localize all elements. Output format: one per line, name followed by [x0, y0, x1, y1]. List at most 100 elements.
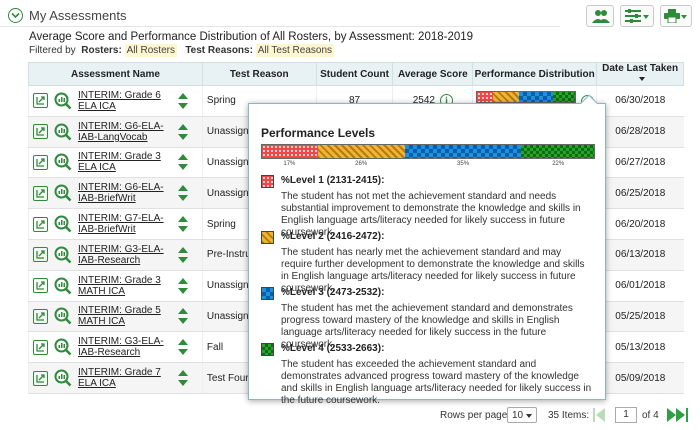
export-icon[interactable] — [33, 154, 48, 170]
export-icon[interactable] — [33, 124, 48, 140]
assessment-link[interactable]: INTERIM: G6-ELA-IAB-LangVocab — [78, 121, 172, 143]
rows-per-page-value: 10 — [512, 410, 524, 421]
assessment-cell: INTERIM: G6-ELA-IAB-LangVocab — [28, 116, 203, 148]
rosters-label: Rosters: — [81, 45, 122, 56]
sort-arrows-icon[interactable] — [178, 154, 188, 171]
date-last-taken: 06/28/2018 — [596, 116, 684, 148]
distribution-percent-label: 22% — [552, 161, 565, 167]
rows-per-page-select[interactable]: 10 — [507, 407, 537, 423]
sort-arrows-icon[interactable] — [178, 246, 188, 263]
filter-label: Filtered by — [29, 45, 76, 56]
assessment-link[interactable]: INTERIM: Grade 6 ELA ICA — [78, 90, 172, 112]
view-results-icon[interactable] — [54, 277, 72, 295]
pagination: Rows per page: 10 35 Items: 1 of 4 — [440, 407, 688, 423]
level-2-title: %Level 2 (2416-2472): — [281, 231, 385, 242]
prev-page-icon[interactable] — [592, 407, 606, 423]
sort-arrows-icon[interactable] — [178, 370, 188, 387]
filter-summary: Filtered by Rosters: All Rosters Test Re… — [29, 44, 335, 57]
sort-arrows-icon[interactable] — [178, 216, 188, 233]
rows-per-page-label: Rows per page: — [440, 410, 511, 421]
date-last-taken: 05/13/2018 — [596, 331, 684, 364]
users-icon — [592, 10, 610, 23]
assessment-link[interactable]: INTERIM: G7-ELA-IAB-BriefWrit — [78, 213, 172, 235]
col-student-count[interactable]: Student Count — [315, 62, 394, 86]
col-average-score[interactable]: Average Score — [392, 62, 474, 86]
level-2-swatch — [261, 231, 274, 244]
reasons-label: Test Reasons: — [185, 45, 253, 56]
level-4-swatch — [261, 343, 274, 356]
distribution-segment-level-2 — [318, 145, 405, 158]
sort-arrows-icon[interactable] — [178, 308, 188, 325]
col-performance-distribution[interactable]: Performance Distribution — [472, 62, 598, 86]
sort-arrows-icon[interactable] — [178, 92, 188, 109]
view-results-icon[interactable] — [54, 153, 72, 171]
export-icon[interactable] — [33, 339, 48, 355]
assessment-cell: INTERIM: G3-ELA-IAB-Research — [28, 239, 203, 271]
view-results-icon[interactable] — [54, 184, 72, 202]
sort-arrows-icon[interactable] — [178, 123, 188, 140]
assessment-link[interactable]: INTERIM: Grade 5 MATH ICA — [78, 305, 172, 327]
export-icon[interactable] — [33, 278, 48, 294]
view-results-icon[interactable] — [54, 338, 72, 356]
level-4-title: %Level 4 (2533-2663): — [281, 343, 385, 354]
print-button[interactable] — [660, 5, 692, 27]
sort-arrows-icon[interactable] — [178, 339, 188, 356]
distribution-segment-level-4 — [520, 145, 594, 158]
view-results-icon[interactable] — [54, 369, 72, 387]
items-count: 35 Items: — [548, 410, 590, 421]
popover-title: Performance Levels — [261, 126, 376, 140]
export-icon[interactable] — [33, 185, 48, 201]
col-date-label: Date Last Taken — [602, 63, 679, 74]
export-icon[interactable] — [33, 216, 48, 232]
export-icon[interactable] — [33, 93, 48, 109]
page-number-input[interactable]: 1 — [615, 407, 637, 423]
distribution-segment-level-1 — [262, 145, 319, 158]
view-results-icon[interactable] — [54, 215, 72, 233]
col-test-reason[interactable]: Test Reason — [201, 62, 317, 86]
distribution-percent-label: 35% — [457, 161, 470, 167]
assessment-link[interactable]: INTERIM: G6-ELA-IAB-BriefWrit — [78, 182, 172, 204]
date-last-taken: 06/13/2018 — [596, 239, 684, 271]
panel-header: My Assessments — [0, 0, 700, 32]
distribution-percent-label: 17% — [283, 161, 296, 167]
view-results-icon[interactable] — [54, 123, 72, 141]
view-results-icon[interactable] — [54, 246, 72, 264]
level-4-description: The student has exceeded the achievement… — [281, 359, 592, 406]
reasons-chip[interactable]: All Test Reasons — [255, 44, 335, 57]
distribution-percent-label: 26% — [355, 161, 368, 167]
view-results-icon[interactable] — [54, 92, 72, 110]
group-button[interactable] — [586, 5, 614, 27]
next-page-icon[interactable] — [666, 407, 688, 423]
panel-title[interactable]: My Assessments — [29, 8, 127, 23]
table-header-row: Assessment Name Test Reason Student Coun… — [28, 62, 684, 86]
date-last-taken: 06/27/2018 — [596, 147, 684, 179]
level-3-swatch — [261, 287, 274, 300]
assessment-cell: INTERIM: Grade 5 MATH ICA — [28, 301, 203, 333]
page-total: of 4 — [642, 410, 659, 421]
assessment-link[interactable]: INTERIM: G3-ELA-IAB-Research — [78, 244, 172, 266]
export-icon[interactable] — [33, 308, 48, 324]
page-subtitle: Average Score and Performance Distributi… — [29, 31, 474, 43]
sort-arrows-icon[interactable] — [178, 277, 188, 294]
export-icon[interactable] — [33, 370, 48, 386]
assessment-link[interactable]: INTERIM: G3-ELA-IAB-Research — [78, 336, 172, 358]
distribution-segment-level-2 — [493, 92, 519, 103]
assessment-cell: INTERIM: Grade 3 MATH ICA — [28, 270, 203, 302]
collapse-chevron-icon[interactable] — [8, 8, 23, 23]
distribution-segment-level-3 — [518, 92, 554, 103]
sort-arrows-icon[interactable] — [178, 185, 188, 202]
col-date-last-taken[interactable]: Date Last Taken — [596, 62, 684, 86]
popover-distribution-bar: 17% 26% 35% 22% — [261, 144, 595, 167]
rosters-chip[interactable]: All Rosters — [124, 44, 177, 57]
assessment-link[interactable]: INTERIM: Grade 7 ELA ICA — [78, 367, 172, 389]
filter-settings-button[interactable] — [620, 5, 654, 27]
date-last-taken: 05/25/2018 — [596, 301, 684, 333]
assessment-cell: INTERIM: G3-ELA-IAB-Research — [28, 331, 203, 364]
assessment-link[interactable]: INTERIM: Grade 3 ELA ICA — [78, 151, 172, 173]
view-results-icon[interactable] — [54, 307, 72, 325]
distribution-segment-level-3 — [404, 145, 521, 158]
assessment-link[interactable]: INTERIM: Grade 3 MATH ICA — [78, 275, 172, 297]
distribution-segment-level-4 — [553, 92, 575, 103]
col-assessment-name[interactable]: Assessment Name — [28, 62, 203, 86]
export-icon[interactable] — [33, 247, 48, 263]
